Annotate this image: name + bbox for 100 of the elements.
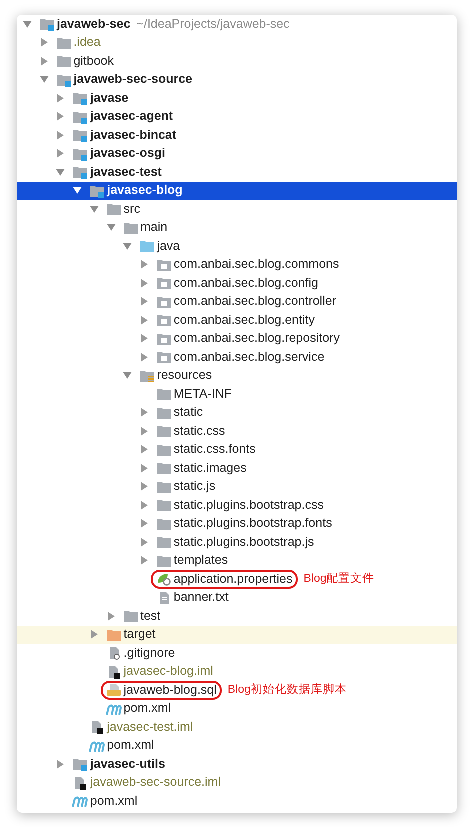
collapse-arrow-icon[interactable] [73, 186, 82, 196]
tree-row[interactable]: static.plugins.bootstrap.fonts [17, 514, 457, 533]
tree-row[interactable]: static.css.fonts [17, 440, 457, 459]
file-icon [89, 720, 106, 734]
item-label: static.js [174, 478, 216, 496]
tree-row[interactable]: .gitignore [17, 644, 457, 662]
tree-row[interactable]: javasec-blog [17, 182, 457, 200]
tree-row[interactable]: static.images [17, 459, 457, 478]
tree-row[interactable]: javaweb-sec-source [17, 70, 457, 89]
expand-arrow-icon[interactable] [140, 445, 149, 454]
expand-arrow-icon[interactable] [140, 464, 149, 473]
item-label: static.css [174, 422, 226, 440]
expand-arrow-icon[interactable] [40, 56, 49, 66]
expand-arrow-icon[interactable] [140, 316, 149, 325]
tree-row[interactable]: target [17, 626, 457, 644]
collapse-arrow-icon[interactable] [123, 371, 132, 380]
tree-row[interactable]: static [17, 404, 457, 422]
tree-row[interactable]: com.anbai.sec.blog.commons [17, 256, 457, 274]
tree-row[interactable]: pom.xml [17, 736, 457, 755]
item-label: gitbook [74, 52, 114, 70]
tree-row[interactable]: javasec-blog.iml [17, 662, 457, 681]
item-label: javaweb-sec-source [74, 71, 192, 88]
module-folder-icon [72, 91, 88, 106]
expand-arrow-icon[interactable] [140, 426, 149, 436]
tree-row[interactable]: static.js [17, 478, 457, 496]
tree-row[interactable]: javase [17, 89, 457, 108]
tree-row[interactable]: pom.xml [17, 792, 457, 810]
item-label: static.plugins.bootstrap.fonts [174, 515, 332, 532]
expand-arrow-icon[interactable] [56, 130, 66, 140]
module-folder-icon [72, 757, 88, 772]
tree-row[interactable]: javaweb-sec ~/IdeaProjects/javaweb-sec [17, 15, 457, 34]
tree-row[interactable]: banner.txt [17, 588, 457, 607]
expand-arrow-icon[interactable] [56, 149, 66, 158]
expand-arrow-icon[interactable] [140, 260, 149, 270]
tree-row[interactable]: .idea [17, 34, 457, 52]
tree-row[interactable]: com.anbai.sec.blog.repository [17, 330, 457, 348]
expand-arrow-icon[interactable] [40, 38, 49, 48]
expand-arrow-icon[interactable] [56, 112, 66, 122]
folder-icon [156, 424, 172, 438]
tree-row[interactable]: javasec-osgi [17, 144, 457, 163]
tree-row[interactable]: src [17, 200, 457, 218]
expand-arrow-icon[interactable] [140, 352, 149, 362]
tree-row[interactable]: com.anbai.sec.blog.controller [17, 292, 457, 311]
item-label: javasec-utils [90, 756, 166, 773]
tree-row[interactable]: javasec-bincat [17, 126, 457, 144]
maven-icon [106, 702, 122, 716]
tree-row[interactable]: gitbook [17, 52, 457, 70]
tree-row[interactable]: javasec-agent [17, 108, 457, 126]
collapse-arrow-icon[interactable] [40, 75, 49, 84]
item-label: pom.xml [124, 700, 172, 718]
collapse-arrow-icon[interactable] [56, 168, 66, 177]
tree-row[interactable]: com.anbai.sec.blog.entity [17, 311, 457, 330]
expand-arrow-icon[interactable] [90, 630, 99, 640]
item-label: javaweb-sec [57, 16, 131, 33]
expand-arrow-icon[interactable] [140, 278, 149, 288]
expand-arrow-icon[interactable] [106, 612, 116, 621]
expand-arrow-icon[interactable] [140, 500, 149, 510]
collapse-arrow-icon[interactable] [106, 223, 116, 232]
tree-row[interactable]: META-INF [17, 385, 457, 404]
collapse-arrow-icon[interactable] [23, 20, 32, 29]
module-folder-icon [72, 110, 88, 124]
tree-row[interactable]: static.plugins.bootstrap.css [17, 496, 457, 514]
tree-row[interactable]: test [17, 607, 457, 626]
tree-row[interactable]: pom.xml [17, 700, 457, 718]
item-label: javasec-agent [90, 108, 174, 126]
tree-row[interactable]: java [17, 237, 457, 256]
tree-row[interactable]: javasec-utils [17, 755, 457, 774]
item-label: com.anbai.sec.blog.controller [174, 293, 336, 310]
expand-arrow-icon[interactable] [140, 538, 149, 547]
expand-arrow-icon[interactable] [140, 334, 149, 344]
tree-row[interactable]: com.anbai.sec.blog.config [17, 274, 457, 292]
collapse-arrow-icon[interactable] [90, 204, 99, 214]
expand-arrow-icon[interactable] [140, 297, 149, 306]
folder-icon [122, 609, 138, 624]
tree-row[interactable]: static.plugins.bootstrap.js [17, 533, 457, 552]
collapse-arrow-icon[interactable] [123, 242, 132, 251]
folder-icon [156, 442, 172, 457]
tree-row[interactable]: javaweb-sec-source.iml [17, 774, 457, 792]
expand-arrow-icon[interactable] [140, 482, 149, 492]
tree-row[interactable]: javasec-test [17, 163, 457, 182]
tree-row[interactable]: templates [17, 552, 457, 570]
tree-row[interactable]: application.properties Blog配置文件 [17, 570, 457, 588]
tree-row[interactable]: javasec-test.iml [17, 718, 457, 736]
folder-icon [156, 480, 172, 494]
expand-arrow-icon[interactable] [140, 556, 149, 566]
annotation-text: Blog配置文件 [304, 572, 375, 587]
tree-row[interactable]: static.css [17, 422, 457, 440]
folder-icon [122, 220, 138, 235]
item-label: com.anbai.sec.blog.config [174, 274, 318, 292]
expand-arrow-icon[interactable] [56, 94, 66, 103]
tree-row[interactable]: com.anbai.sec.blog.service [17, 348, 457, 366]
tree-row[interactable]: resources [17, 366, 457, 385]
annotation-text: Blog初始化数据库脚本 [228, 682, 347, 698]
module-folder-icon [56, 72, 72, 87]
expand-arrow-icon[interactable] [140, 519, 149, 528]
tree-row[interactable]: main [17, 218, 457, 237]
tree-row[interactable]: javaweb-blog.sql Blog初始化数据库脚本 [17, 681, 457, 700]
item-label: main [140, 219, 168, 236]
expand-arrow-icon[interactable] [56, 760, 66, 769]
expand-arrow-icon[interactable] [140, 408, 149, 418]
